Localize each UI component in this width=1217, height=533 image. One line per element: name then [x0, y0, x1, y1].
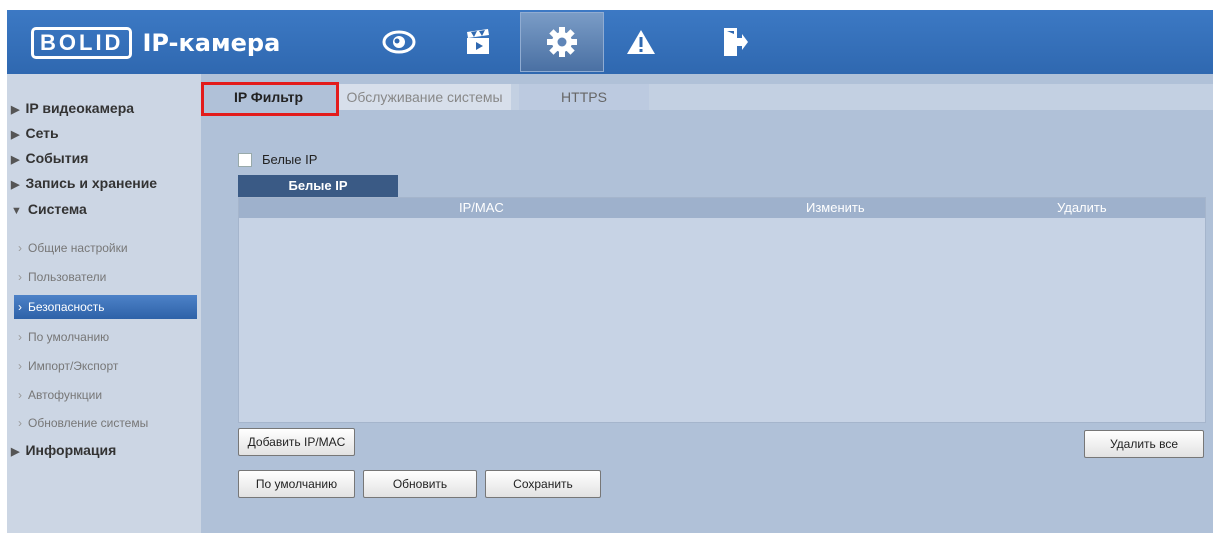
logo-title: IP-камера — [142, 29, 281, 57]
sidebar-subitem-security[interactable]: › Безопасность — [14, 295, 197, 319]
tab-https[interactable]: HTTPS — [519, 84, 649, 110]
eye-icon[interactable] — [357, 12, 441, 72]
whitelist-toggle[interactable]: Белые IP — [238, 152, 317, 167]
refresh-button[interactable]: Обновить — [363, 470, 477, 498]
sidebar-item-label: IP видеокамера — [25, 100, 135, 116]
subitem-label: Автофункции — [28, 388, 103, 402]
column-delete: Удалить — [1057, 200, 1107, 215]
sidebar-subitem-update[interactable]: › Обновление системы — [18, 411, 197, 435]
collapse-arrow-icon: ▼ — [11, 205, 22, 217]
tab-bar: IP Фильтр Обслуживание системы HTTPS — [201, 84, 1213, 110]
whitelist-checkbox[interactable] — [238, 152, 252, 167]
table-header: IP/MAC Изменить Удалить — [239, 198, 1205, 218]
chevron-right-icon: › — [18, 359, 22, 373]
sidebar-subitem-general[interactable]: › Общие настройки — [18, 236, 197, 260]
exit-icon[interactable] — [693, 12, 777, 72]
expand-arrow-icon: ▶ — [11, 129, 20, 141]
sidebar-item-storage[interactable]: ▶ Запись и хранение — [11, 172, 157, 194]
logo: BOLID IP-камера — [31, 26, 280, 60]
default-button[interactable]: По умолчанию — [238, 470, 355, 498]
sidebar-subitem-auto[interactable]: › Автофункции — [18, 383, 197, 407]
chevron-right-icon: › — [18, 416, 22, 430]
delete-all-button[interactable]: Удалить все — [1084, 430, 1204, 458]
whitelist-checkbox-label: Белые IP — [262, 152, 318, 167]
whitelist-list-tab[interactable]: Белые IP — [238, 175, 398, 197]
top-header: BOLID IP-камера — [7, 10, 1213, 74]
app-frame: BOLID IP-камера ▶ IP видеокамера ▶ Сеть … — [7, 10, 1213, 533]
chevron-right-icon: › — [18, 330, 22, 344]
expand-arrow-icon: ▶ — [11, 179, 20, 191]
sidebar-item-label: Система — [27, 201, 87, 217]
sidebar: ▶ IP видеокамера ▶ Сеть ▶ События ▶ Запись и… — [7, 74, 201, 533]
expand-arrow-icon: ▶ — [11, 104, 20, 116]
logo-mark: BOLID — [31, 27, 133, 59]
chevron-right-icon: › — [18, 300, 22, 314]
subitem-label: Безопасность — [28, 300, 105, 314]
chevron-right-icon: › — [18, 270, 22, 284]
sidebar-subitem-users[interactable]: › Пользователи — [18, 265, 197, 289]
sidebar-item-ip-camera[interactable]: ▶ IP видеокамера — [11, 97, 134, 119]
chevron-right-icon: › — [18, 241, 22, 255]
sidebar-item-network[interactable]: ▶ Сеть — [11, 122, 59, 144]
sidebar-subitem-import-export[interactable]: › Импорт/Экспорт — [18, 354, 197, 378]
column-edit: Изменить — [806, 200, 865, 215]
save-button[interactable]: Сохранить — [485, 470, 601, 498]
sidebar-item-events[interactable]: ▶ События — [11, 147, 88, 169]
sidebar-subitem-default[interactable]: › По умолчанию — [18, 325, 197, 349]
expand-arrow-icon: ▶ — [11, 446, 20, 458]
clapperboard-icon[interactable] — [436, 12, 520, 72]
main-content: IP Фильтр Обслуживание системы HTTPS Бел… — [201, 74, 1213, 533]
add-ip-mac-button[interactable]: Добавить IP/MAC — [238, 428, 355, 456]
sidebar-item-info[interactable]: ▶ Информация — [11, 439, 116, 461]
sidebar-item-label: Информация — [25, 442, 117, 458]
sidebar-item-label: Сеть — [25, 125, 59, 141]
expand-arrow-icon: ▶ — [11, 154, 20, 166]
sidebar-item-label: События — [25, 150, 89, 166]
chevron-right-icon: › — [18, 388, 22, 402]
tab-maintenance[interactable]: Обслуживание системы — [338, 84, 511, 110]
subitem-label: Пользователи — [28, 270, 107, 284]
subitem-label: По умолчанию — [28, 330, 110, 344]
sidebar-item-label: Запись и хранение — [25, 175, 158, 191]
column-ip-mac: IP/MAC — [459, 200, 504, 215]
subitem-label: Импорт/Экспорт — [28, 359, 119, 373]
sidebar-item-system[interactable]: ▼ Система — [11, 198, 87, 220]
tab-highlight-box — [201, 82, 339, 116]
warning-icon[interactable] — [599, 12, 683, 72]
subitem-label: Общие настройки — [28, 241, 128, 255]
subitem-label: Обновление системы — [28, 416, 149, 430]
gear-icon[interactable] — [520, 12, 604, 72]
ip-list-table: IP/MAC Изменить Удалить — [238, 197, 1206, 423]
